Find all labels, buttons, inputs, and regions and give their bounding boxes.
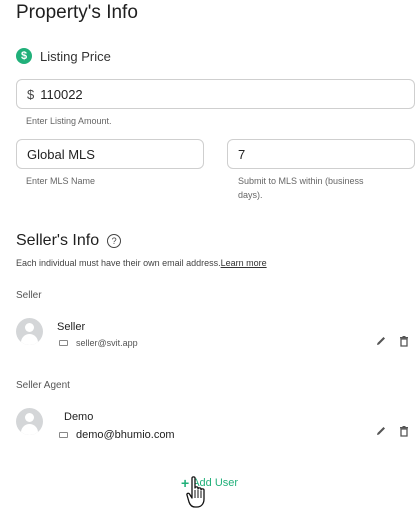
listing-price-label: Listing Price xyxy=(40,48,111,64)
sellers-info-title: Seller's Info xyxy=(16,232,100,249)
delete-agent-button[interactable] xyxy=(397,424,411,438)
mail-icon xyxy=(59,340,68,346)
listing-price-input[interactable]: $ 110022 xyxy=(16,79,415,109)
listing-price-label-row: $ Listing Price xyxy=(16,48,111,64)
mls-days-hint: Submit to MLS within (business days). xyxy=(238,174,364,202)
listing-price-hint: Enter Listing Amount. xyxy=(26,116,112,126)
mls-days-input[interactable]: 7 xyxy=(227,139,415,169)
avatar xyxy=(16,408,43,435)
trash-icon xyxy=(400,426,408,437)
description-text: Each individual must have their own emai… xyxy=(16,258,221,268)
mls-name-hint: Enter MLS Name xyxy=(26,176,96,186)
agent-email-row: demo@bhumio.com xyxy=(59,429,175,441)
mls-days-hint-line2: days). xyxy=(238,190,263,200)
page-title: Property's Info xyxy=(16,2,138,23)
trash-icon xyxy=(400,336,408,347)
mls-days-hint-line1: Submit to MLS within (business xyxy=(238,176,364,186)
seller-email-row: seller@svit.app xyxy=(59,338,138,348)
help-circle-icon[interactable]: ? xyxy=(107,234,122,248)
mls-days-value: 7 xyxy=(238,146,246,162)
avatar xyxy=(16,318,43,345)
agent-group-label: Seller Agent xyxy=(16,380,70,391)
seller-group-label: Seller xyxy=(16,290,42,301)
pencil-icon xyxy=(377,427,385,435)
mls-name-input[interactable]: Global MLS xyxy=(16,139,204,169)
edit-agent-button[interactable] xyxy=(374,424,388,438)
currency-symbol: $ xyxy=(27,86,35,102)
agent-name: Demo xyxy=(64,411,94,423)
dollar-circle-icon: $ xyxy=(16,48,32,64)
sellers-info-description: Each individual must have their own emai… xyxy=(16,258,267,268)
mail-icon xyxy=(59,432,68,438)
seller-email: seller@svit.app xyxy=(76,338,138,348)
mls-name-value: Global MLS xyxy=(27,146,95,162)
hand-pointer-icon xyxy=(186,476,205,508)
pencil-icon xyxy=(377,337,385,345)
edit-seller-button[interactable] xyxy=(374,334,388,348)
listing-price-value: 110022 xyxy=(40,86,83,102)
delete-seller-button[interactable] xyxy=(397,334,411,348)
learn-more-link[interactable]: Learn more xyxy=(221,258,267,268)
agent-email: demo@bhumio.com xyxy=(76,429,175,441)
sellers-info-heading: Seller's Info ? xyxy=(16,232,122,250)
seller-name: Seller xyxy=(57,321,86,333)
